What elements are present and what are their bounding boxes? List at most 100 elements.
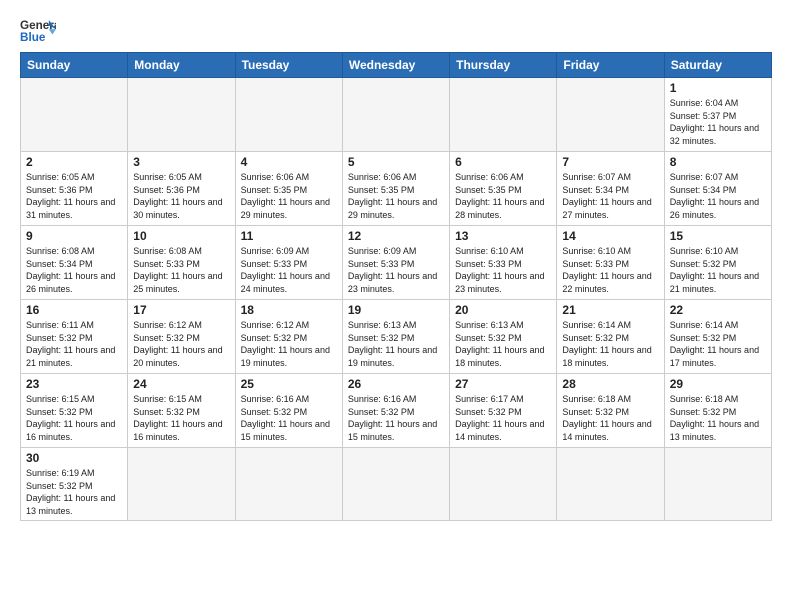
svg-text:Blue: Blue xyxy=(20,31,46,44)
day-cell: 28 Sunrise: 6:18 AMSunset: 5:32 PMDayligh… xyxy=(557,374,664,448)
logo-icon: General Blue xyxy=(20,16,56,44)
calendar-row-2: 9 Sunrise: 6:08 AMSunset: 5:34 PMDaylight… xyxy=(21,226,772,300)
day-info: Sunrise: 6:13 AMSunset: 5:32 PMDaylight:… xyxy=(455,319,551,369)
day-info: Sunrise: 6:12 AMSunset: 5:32 PMDaylight:… xyxy=(133,319,229,369)
day-number: 25 xyxy=(241,377,337,391)
day-number: 26 xyxy=(348,377,444,391)
day-info: Sunrise: 6:16 AMSunset: 5:32 PMDaylight:… xyxy=(241,393,337,443)
day-number: 19 xyxy=(348,303,444,317)
day-cell: 25 Sunrise: 6:16 AMSunset: 5:32 PMDayligh… xyxy=(235,374,342,448)
day-number: 8 xyxy=(670,155,766,169)
day-number: 22 xyxy=(670,303,766,317)
day-number: 6 xyxy=(455,155,551,169)
day-number: 14 xyxy=(562,229,658,243)
day-cell: 1Sunrise: 6:04 AMSunset: 5:37 PMDaylight… xyxy=(664,78,771,152)
day-cell xyxy=(557,78,664,152)
day-number: 17 xyxy=(133,303,229,317)
day-number: 28 xyxy=(562,377,658,391)
calendar-row-5: 30Sunrise: 6:19 AMSunset: 5:32 PMDayligh… xyxy=(21,448,772,521)
day-cell xyxy=(235,78,342,152)
day-info: Sunrise: 6:12 AMSunset: 5:32 PMDaylight:… xyxy=(241,319,337,369)
weekday-header-sunday: Sunday xyxy=(21,53,128,78)
day-number: 23 xyxy=(26,377,122,391)
day-number: 3 xyxy=(133,155,229,169)
day-cell: 2 Sunrise: 6:05 AMSunset: 5:36 PMDaylight… xyxy=(21,152,128,226)
day-info: Sunrise: 6:06 AMSunset: 5:35 PMDaylight:… xyxy=(241,171,337,221)
day-info: Sunrise: 6:07 AMSunset: 5:34 PMDaylight:… xyxy=(670,171,766,221)
weekday-header-friday: Friday xyxy=(557,53,664,78)
day-cell: 29 Sunrise: 6:18 AMSunset: 5:32 PMDayligh… xyxy=(664,374,771,448)
day-number: 16 xyxy=(26,303,122,317)
day-number: 20 xyxy=(455,303,551,317)
calendar: SundayMondayTuesdayWednesdayThursdayFrid… xyxy=(20,52,772,521)
weekday-header-saturday: Saturday xyxy=(664,53,771,78)
day-cell: 13Sunrise: 6:10 AMSunset: 5:33 PMDayligh… xyxy=(450,226,557,300)
day-cell xyxy=(235,448,342,521)
day-cell: 23Sunrise: 6:15 AMSunset: 5:32 PMDayligh… xyxy=(21,374,128,448)
day-info: Sunrise: 6:14 AMSunset: 5:32 PMDaylight:… xyxy=(670,319,766,369)
day-cell: 19 Sunrise: 6:13 AMSunset: 5:32 PMDayligh… xyxy=(342,300,449,374)
day-number: 18 xyxy=(241,303,337,317)
day-number: 4 xyxy=(241,155,337,169)
day-number: 29 xyxy=(670,377,766,391)
day-cell xyxy=(450,448,557,521)
day-cell: 7 Sunrise: 6:07 AMSunset: 5:34 PMDaylight… xyxy=(557,152,664,226)
day-cell: 21 Sunrise: 6:14 AMSunset: 5:32 PMDayligh… xyxy=(557,300,664,374)
day-info: Sunrise: 6:18 AMSunset: 5:32 PMDaylight:… xyxy=(562,393,658,443)
day-cell xyxy=(128,448,235,521)
calendar-row-0: 1Sunrise: 6:04 AMSunset: 5:37 PMDaylight… xyxy=(21,78,772,152)
day-number: 21 xyxy=(562,303,658,317)
day-info: Sunrise: 6:13 AMSunset: 5:32 PMDaylight:… xyxy=(348,319,444,369)
day-cell: 10Sunrise: 6:08 AMSunset: 5:33 PMDayligh… xyxy=(128,226,235,300)
day-cell: 6Sunrise: 6:06 AMSunset: 5:35 PMDaylight… xyxy=(450,152,557,226)
day-cell: 8 Sunrise: 6:07 AMSunset: 5:34 PMDaylight… xyxy=(664,152,771,226)
day-cell: 15Sunrise: 6:10 AMSunset: 5:32 PMDayligh… xyxy=(664,226,771,300)
day-info: Sunrise: 6:18 AMSunset: 5:32 PMDaylight:… xyxy=(670,393,766,443)
day-cell: 3Sunrise: 6:05 AMSunset: 5:36 PMDaylight… xyxy=(128,152,235,226)
day-info: Sunrise: 6:17 AMSunset: 5:32 PMDaylight:… xyxy=(455,393,551,443)
day-number: 30 xyxy=(26,451,122,465)
day-number: 11 xyxy=(241,229,337,243)
day-info: Sunrise: 6:07 AMSunset: 5:34 PMDaylight:… xyxy=(562,171,658,221)
day-info: Sunrise: 6:09 AMSunset: 5:33 PMDaylight:… xyxy=(241,245,337,295)
day-cell: 30Sunrise: 6:19 AMSunset: 5:32 PMDayligh… xyxy=(21,448,128,521)
day-cell: 26Sunrise: 6:16 AMSunset: 5:32 PMDayligh… xyxy=(342,374,449,448)
day-cell: 12Sunrise: 6:09 AMSunset: 5:33 PMDayligh… xyxy=(342,226,449,300)
day-number: 9 xyxy=(26,229,122,243)
day-cell: 16 Sunrise: 6:11 AMSunset: 5:32 PMDayligh… xyxy=(21,300,128,374)
day-info: Sunrise: 6:05 AMSunset: 5:36 PMDaylight:… xyxy=(26,171,122,221)
day-cell xyxy=(128,78,235,152)
day-cell: 24Sunrise: 6:15 AMSunset: 5:32 PMDayligh… xyxy=(128,374,235,448)
day-info: Sunrise: 6:14 AMSunset: 5:32 PMDaylight:… xyxy=(562,319,658,369)
weekday-header-wednesday: Wednesday xyxy=(342,53,449,78)
day-cell xyxy=(664,448,771,521)
weekday-header-monday: Monday xyxy=(128,53,235,78)
day-cell xyxy=(557,448,664,521)
day-cell xyxy=(450,78,557,152)
day-number: 7 xyxy=(562,155,658,169)
day-info: Sunrise: 6:10 AMSunset: 5:33 PMDaylight:… xyxy=(562,245,658,295)
calendar-row-4: 23 Sunrise: 6:15 AMSunset: 5:32 PMDayligh… xyxy=(21,374,772,448)
day-number: 1 xyxy=(670,81,766,95)
day-cell xyxy=(21,78,128,152)
weekday-header-row: SundayMondayTuesdayWednesdayThursdayFrid… xyxy=(21,53,772,78)
day-cell: 17 Sunrise: 6:12 AMSunset: 5:32 PMDayligh… xyxy=(128,300,235,374)
day-info: Sunrise: 6:10 AMSunset: 5:33 PMDaylight:… xyxy=(455,245,551,295)
day-number: 15 xyxy=(670,229,766,243)
calendar-row-3: 16 Sunrise: 6:11 AMSunset: 5:32 PMDayligh… xyxy=(21,300,772,374)
header: General Blue xyxy=(20,16,772,44)
day-cell: 27 Sunrise: 6:17 AMSunset: 5:32 PMDayligh… xyxy=(450,374,557,448)
day-cell: 9 Sunrise: 6:08 AMSunset: 5:34 PMDaylight… xyxy=(21,226,128,300)
day-info: Sunrise: 6:09 AMSunset: 5:33 PMDaylight:… xyxy=(348,245,444,295)
day-cell: 20 Sunrise: 6:13 AMSunset: 5:32 PMDayligh… xyxy=(450,300,557,374)
day-cell: 11 Sunrise: 6:09 AMSunset: 5:33 PMDayligh… xyxy=(235,226,342,300)
day-info: Sunrise: 6:08 AMSunset: 5:34 PMDaylight:… xyxy=(26,245,122,295)
weekday-header-tuesday: Tuesday xyxy=(235,53,342,78)
day-info: Sunrise: 6:15 AMSunset: 5:32 PMDaylight:… xyxy=(133,393,229,443)
day-cell xyxy=(342,78,449,152)
day-number: 5 xyxy=(348,155,444,169)
day-cell: 5Sunrise: 6:06 AMSunset: 5:35 PMDaylight… xyxy=(342,152,449,226)
day-number: 27 xyxy=(455,377,551,391)
day-info: Sunrise: 6:11 AMSunset: 5:32 PMDaylight:… xyxy=(26,319,122,369)
day-number: 2 xyxy=(26,155,122,169)
